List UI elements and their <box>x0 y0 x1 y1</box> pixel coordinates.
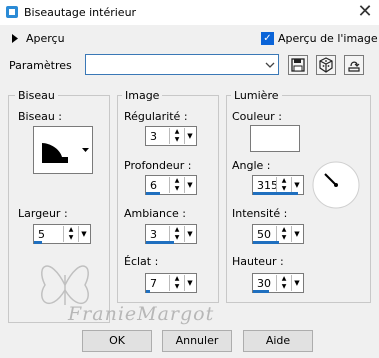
shine-label: Éclat : <box>124 255 159 268</box>
color-label: Couleur : <box>232 110 282 123</box>
arrow-down-icon[interactable]: ▼ <box>170 283 184 291</box>
chevron-down-icon[interactable]: ▼ <box>291 226 302 242</box>
arrow-down-icon[interactable]: ▼ <box>64 234 78 242</box>
intensity-level-bar <box>253 241 279 244</box>
chevron-down-icon <box>82 148 89 152</box>
ambiance-label: Ambiance : <box>124 207 187 220</box>
ambiance-level-bar <box>146 241 174 244</box>
params-label: Paramètres <box>9 59 72 72</box>
arrow-down-icon[interactable]: ▼ <box>170 136 184 144</box>
regularity-label: Régularité : <box>124 110 188 123</box>
ambiance-stepper[interactable]: ▲ ▼ <box>169 226 184 242</box>
reset-button[interactable] <box>344 55 364 75</box>
depth-label: Profondeur : <box>124 159 192 172</box>
save-preset-button[interactable] <box>288 55 308 75</box>
regularity-value: 3 <box>150 130 157 143</box>
angle-level-bar <box>253 192 298 195</box>
preset-manager-button[interactable] <box>316 55 336 75</box>
preview-image-label: Aperçu de l'image <box>278 32 378 45</box>
reset-icon <box>348 61 360 72</box>
width-label: Largeur : <box>18 207 68 220</box>
bevel-shape-picker[interactable] <box>33 126 93 174</box>
bevel-app-icon <box>6 6 18 18</box>
bevel-shape-preview-icon <box>42 143 68 163</box>
shine-spinner[interactable]: 7 ▲ ▼ ▼ <box>145 273 197 293</box>
bevel-dialog: Biseautage intérieur ✕ Aperçu ✓ Aperçu d… <box>0 0 379 358</box>
arrow-up-icon[interactable]: ▲ <box>64 226 78 234</box>
width-spinner[interactable]: 5 ▲ ▼ ▼ <box>33 224 91 244</box>
close-icon: ✕ <box>357 1 373 22</box>
bevel-group-title: Biseau <box>15 89 58 102</box>
intensity-value: 50 <box>257 228 271 241</box>
save-icon <box>291 58 305 72</box>
height-level-bar <box>253 290 269 293</box>
ambiance-value: 3 <box>150 228 157 241</box>
chevron-down-icon[interactable]: ▼ <box>184 275 195 291</box>
close-button[interactable]: ✕ <box>354 1 376 23</box>
depth-value: 6 <box>150 179 157 192</box>
angle-label: Angle : <box>232 159 271 172</box>
angle-value: 315 <box>257 179 278 192</box>
color-swatch[interactable] <box>250 125 300 152</box>
regularity-spinner[interactable]: 3 ▲ ▼ ▼ <box>145 126 197 146</box>
height-label: Hauteur : <box>232 255 284 268</box>
chevron-down-icon[interactable]: ▼ <box>184 177 195 193</box>
checkmark-icon: ✓ <box>263 33 272 44</box>
depth-spinner[interactable]: 6 ▲ ▼ ▼ <box>145 175 197 195</box>
help-button[interactable]: Aide <box>243 330 313 352</box>
intensity-stepper[interactable]: ▲ ▼ <box>276 226 291 242</box>
light-group-title: Lumière <box>231 89 282 102</box>
arrow-up-icon[interactable]: ▲ <box>277 275 291 283</box>
chevron-down-icon[interactable]: ▼ <box>291 275 302 291</box>
arrow-up-icon[interactable]: ▲ <box>170 226 184 234</box>
arrow-up-icon[interactable]: ▲ <box>170 128 184 136</box>
width-value: 5 <box>38 228 45 241</box>
shine-value: 7 <box>150 277 157 290</box>
angle-stepper[interactable]: ▲ ▼ <box>276 177 291 193</box>
intensity-label: Intensité : <box>232 207 288 220</box>
image-group-title: Image <box>122 89 163 102</box>
arrow-up-icon[interactable]: ▲ <box>170 275 184 283</box>
intensity-spinner[interactable]: 50 ▲ ▼ ▼ <box>252 224 304 244</box>
height-spinner[interactable]: 30 ▲ ▼ ▼ <box>252 273 304 293</box>
ambiance-spinner[interactable]: 3 ▲ ▼ ▼ <box>145 224 197 244</box>
depth-level-bar <box>146 192 160 195</box>
params-combo[interactable] <box>85 54 279 75</box>
arrow-down-icon[interactable]: ▼ <box>170 185 184 193</box>
shine-stepper[interactable]: ▲ ▼ <box>169 275 184 291</box>
chevron-down-icon <box>265 62 275 68</box>
preview-image-checkbox[interactable]: ✓ <box>261 32 274 45</box>
arrow-up-icon[interactable]: ▲ <box>277 177 291 185</box>
height-stepper[interactable]: ▲ ▼ <box>276 275 291 291</box>
arrow-up-icon[interactable]: ▲ <box>170 177 184 185</box>
arrow-up-icon[interactable]: ▲ <box>277 226 291 234</box>
bevel-shape-label: Biseau : <box>18 110 63 123</box>
arrow-down-icon[interactable]: ▼ <box>277 234 291 242</box>
width-level-bar <box>34 241 42 244</box>
arrow-down-icon[interactable]: ▼ <box>277 283 291 291</box>
title-bar: Biseautage intérieur ✕ <box>0 0 379 25</box>
chevron-down-icon[interactable]: ▼ <box>184 128 195 144</box>
cancel-button[interactable]: Annuler <box>162 330 232 352</box>
chevron-down-icon[interactable]: ▼ <box>78 226 89 242</box>
chevron-down-icon[interactable]: ▼ <box>291 177 302 193</box>
width-stepper[interactable]: ▲ ▼ <box>63 226 78 242</box>
shine-level-bar <box>146 290 150 293</box>
preview-toggle-label: Aperçu <box>26 32 65 45</box>
angle-dial-icon[interactable] <box>311 160 361 210</box>
cube-icon <box>319 57 333 73</box>
chevron-down-icon[interactable]: ▼ <box>184 226 195 242</box>
triangle-right-icon <box>12 34 18 43</box>
height-value: 30 <box>257 277 271 290</box>
angle-spinner[interactable]: 315 ▲ ▼ ▼ <box>252 175 304 195</box>
regularity-stepper[interactable]: ▲ ▼ <box>169 128 184 144</box>
window-title: Biseautage intérieur <box>24 6 137 19</box>
watermark-text: FranieMargot <box>68 303 215 325</box>
depth-stepper[interactable]: ▲ ▼ <box>169 177 184 193</box>
ok-button[interactable]: OK <box>82 330 152 352</box>
